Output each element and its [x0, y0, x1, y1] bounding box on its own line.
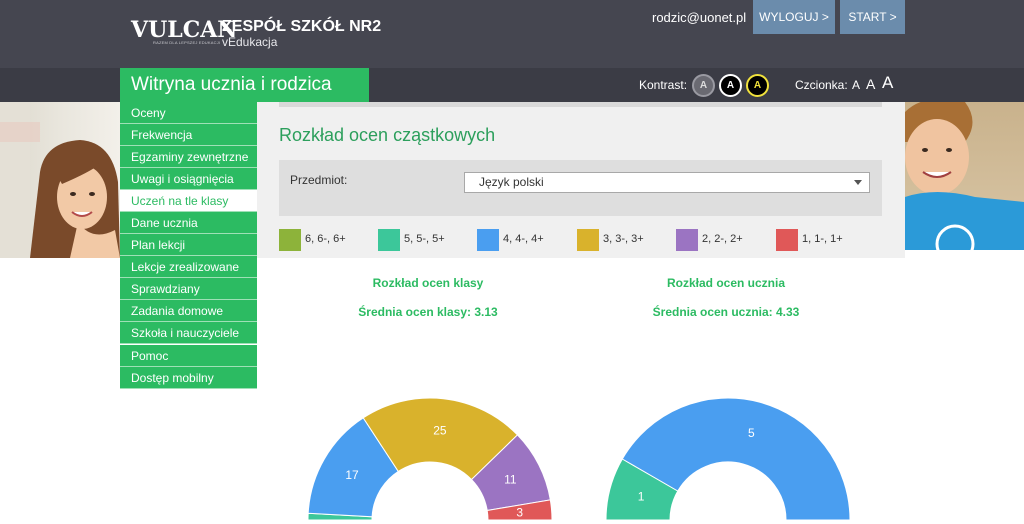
school-subtitle: vEdukacja — [222, 35, 278, 49]
student-chart-title: Rozkład ocen ucznia — [666, 276, 786, 290]
sidebar-nav: Oceny Frekwencja Egzaminy zewnętrzne Uwa… — [120, 102, 257, 389]
subject-select-value: Język polski — [479, 175, 544, 189]
sidebar-item-dostep-mobilny[interactable]: Dostęp mobilny — [120, 367, 257, 389]
student-grades-donut-chart: 15 — [605, 397, 851, 521]
logout-button[interactable]: WYLOGUJ > — [753, 0, 835, 34]
legend-label: 2, 2-, 2+ — [702, 233, 743, 245]
contrast-normal-button[interactable]: A — [692, 74, 715, 97]
donut-value-label: 11 — [504, 472, 517, 486]
chevron-down-icon — [854, 180, 862, 185]
user-email: rodzic@uonet.pl — [652, 10, 747, 25]
student-photo-girl — [0, 102, 120, 258]
sidebar-item-lekcje[interactable]: Lekcje zrealizowane — [120, 256, 257, 278]
legend-swatch — [378, 229, 400, 251]
page-title: Rozkład ocen cząstkowych — [279, 125, 496, 145]
sidebar-item-uczen-na-tle-klasy[interactable]: Uczeń na tle klasy — [120, 190, 257, 212]
sidebar-item-szkola[interactable]: Szkoła i nauczyciele — [120, 322, 257, 344]
legend-swatch — [577, 229, 599, 251]
class-chart-average: Średnia ocen klasy: 3.13 — [358, 305, 498, 319]
girl-illustration — [0, 102, 120, 258]
sidebar-item-oceny[interactable]: Oceny — [120, 102, 257, 124]
legend-label: 3, 3-, 3+ — [603, 233, 644, 245]
legend-swatch — [776, 229, 798, 251]
main-top-strip — [279, 102, 882, 107]
font-size-label: Czcionka: — [795, 78, 848, 92]
legend-label: 4, 4-, 4+ — [503, 233, 544, 245]
sidebar-item-frekwencja[interactable]: Frekwencja — [120, 124, 257, 146]
font-medium-button[interactable]: A — [866, 76, 875, 92]
boy-illustration — [905, 102, 1024, 250]
logo-tagline: RAZEM DLA LEPSZEJ EDUKACJI — [153, 40, 221, 45]
class-chart-title: Rozkład ocen klasy — [372, 276, 484, 290]
donut-value-label: 25 — [433, 424, 447, 438]
donut-value-label: 5 — [748, 426, 755, 440]
legend-label: 1, 1-, 1+ — [802, 233, 843, 245]
sidebar-item-pomoc[interactable]: Pomoc — [120, 345, 257, 367]
student-chart-average: Średnia ocen ucznia: 4.33 — [652, 305, 800, 319]
sidebar-item-uwagi[interactable]: Uwagi i osiągnięcia — [120, 168, 257, 190]
start-button[interactable]: START > — [840, 0, 905, 34]
class-grades-donut-chart: 17 25 11 3 — [307, 397, 553, 521]
legend-label: 6, 6-, 6+ — [305, 233, 346, 245]
portal-title: Witryna ucznia i rodzica — [120, 68, 369, 102]
legend-swatch — [279, 229, 301, 251]
sidebar-item-zadania[interactable]: Zadania domowe — [120, 300, 257, 322]
font-small-button[interactable]: A — [852, 78, 860, 92]
legend-swatch — [477, 229, 499, 251]
student-photo-boy — [905, 102, 1024, 250]
subject-filter-label: Przedmiot: — [290, 173, 348, 187]
contrast-high-white-button[interactable]: A — [719, 74, 742, 97]
donut-value-label: 1 — [638, 490, 645, 504]
legend-label: 5, 5-, 5+ — [404, 233, 445, 245]
sidebar-item-egzaminy[interactable]: Egzaminy zewnętrzne — [120, 146, 257, 168]
font-large-button[interactable]: A — [882, 73, 893, 93]
sidebar-item-plan-lekcji[interactable]: Plan lekcji — [120, 234, 257, 256]
school-name: ZESPÓŁ SZKÓŁ NR2 — [222, 18, 382, 35]
donut-value-label: 3 — [516, 506, 523, 520]
subject-select[interactable]: Język polski — [464, 172, 870, 193]
donut-value-label: 17 — [345, 468, 359, 482]
contrast-high-yellow-button[interactable]: A — [746, 74, 769, 97]
sidebar-item-sprawdziany[interactable]: Sprawdziany — [120, 278, 257, 300]
contrast-label: Kontrast: — [639, 78, 688, 92]
legend-swatch — [676, 229, 698, 251]
sidebar-item-dane-ucznia[interactable]: Dane ucznia — [120, 212, 257, 234]
